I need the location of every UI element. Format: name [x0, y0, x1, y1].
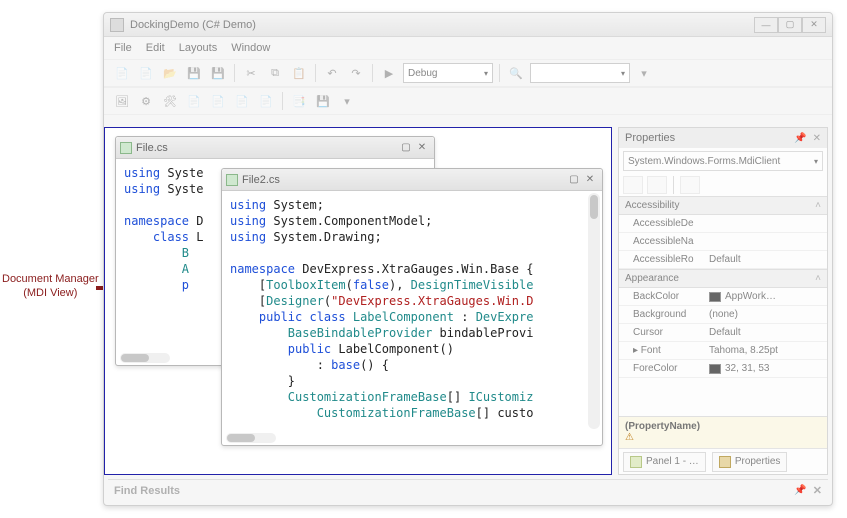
tb-icon[interactable]: 📄: [184, 91, 204, 111]
close-icon[interactable]: ✕: [813, 133, 821, 144]
property-row[interactable]: BackColorAppWork…: [619, 288, 827, 306]
mdi-title-text: File.cs: [136, 142, 398, 154]
tb-icon[interactable]: 🛠: [160, 91, 180, 111]
panel-tabs: Panel 1 - … Properties: [619, 448, 827, 474]
search-combo[interactable]: [530, 63, 630, 83]
mdi-maximize-button[interactable]: ▢: [398, 141, 414, 155]
properties-toolbar: [619, 174, 827, 196]
window-title: DockingDemo (C# Demo): [130, 19, 754, 31]
property-row[interactable]: AccessibleRoDefault: [619, 251, 827, 269]
tab-panel1[interactable]: Panel 1 - …: [623, 452, 706, 472]
close-button[interactable]: ✕: [802, 17, 826, 33]
undo-button[interactable]: ↶: [322, 63, 342, 83]
properties-header[interactable]: Properties 📌 ✕: [619, 128, 827, 148]
properties-panel: Properties 📌 ✕ System.Windows.Forms.MdiC…: [618, 127, 828, 475]
scrollbar-horizontal[interactable]: [120, 353, 170, 363]
code-editor[interactable]: using System; using System.ComponentMode…: [222, 191, 602, 427]
add-item-button[interactable]: 📄: [136, 63, 156, 83]
app-window: DockingDemo (C# Demo) — ▢ ✕ File Edit La…: [103, 12, 833, 506]
find-in-files-button[interactable]: 🔍: [506, 63, 526, 83]
property-row[interactable]: ▸ FontTahoma, 8.25pt: [619, 342, 827, 360]
tb-icon[interactable]: 🖼: [112, 91, 132, 111]
mdi-child-file2[interactable]: File2.cs ▢ ✕ using System; using System.…: [221, 168, 603, 446]
toolbar-overflow[interactable]: ▾: [634, 63, 654, 83]
categorized-button[interactable]: [623, 176, 643, 194]
maximize-button[interactable]: ▢: [778, 17, 802, 33]
mdi-titlebar[interactable]: File2.cs ▢ ✕: [222, 169, 602, 191]
object-selector[interactable]: System.Windows.Forms.MdiClient: [623, 151, 823, 171]
menu-file[interactable]: File: [114, 42, 132, 54]
mdi-maximize-button[interactable]: ▢: [566, 173, 582, 187]
open-button[interactable]: 📂: [160, 63, 180, 83]
category-appearance[interactable]: Appearance: [619, 269, 827, 288]
menu-edit[interactable]: Edit: [146, 42, 165, 54]
menu-layouts[interactable]: Layouts: [179, 42, 218, 54]
run-button[interactable]: ▶: [379, 63, 399, 83]
minimize-button[interactable]: —: [754, 17, 778, 33]
property-row[interactable]: AccessibleNa: [619, 233, 827, 251]
tb-icon[interactable]: 📑: [289, 91, 309, 111]
menubar: File Edit Layouts Window: [104, 37, 832, 59]
callout-document-manager: Document Manager (MDI View): [2, 272, 99, 300]
mdi-titlebar[interactable]: File.cs ▢ ✕: [116, 137, 434, 159]
csharp-file-icon: [120, 142, 132, 154]
main-toolbar: 📄 📄 📂 💾 💾 ✂ ⧉ 📋 ↶ ↷ ▶ Debug 🔍 ▾: [104, 59, 832, 87]
menu-window[interactable]: Window: [231, 42, 270, 54]
new-project-button[interactable]: 📄: [112, 63, 132, 83]
property-row[interactable]: CursorDefault: [619, 324, 827, 342]
find-results-bar[interactable]: Find Results 📌 ✕: [108, 479, 828, 501]
redo-button[interactable]: ↷: [346, 63, 366, 83]
find-results-title: Find Results: [114, 485, 180, 497]
mdi-title-text: File2.cs: [242, 174, 566, 186]
close-icon[interactable]: ✕: [813, 484, 822, 497]
scrollbar-vertical[interactable]: [588, 193, 600, 429]
paste-button[interactable]: 📋: [289, 63, 309, 83]
property-pages-button[interactable]: [680, 176, 700, 194]
titlebar[interactable]: DockingDemo (C# Demo) — ▢ ✕: [104, 13, 832, 37]
tb-icon[interactable]: 💾: [313, 91, 333, 111]
property-grid[interactable]: Accessibility AccessibleDeAccessibleNaAc…: [619, 196, 827, 416]
tb-icon[interactable]: 📄: [232, 91, 252, 111]
category-accessibility[interactable]: Accessibility: [619, 196, 827, 215]
tb-icon[interactable]: 📄: [208, 91, 228, 111]
app-icon: [110, 18, 124, 32]
save-button[interactable]: 💾: [184, 63, 204, 83]
toolbar-overflow[interactable]: ▾: [337, 91, 357, 111]
tab-properties[interactable]: Properties: [712, 452, 788, 472]
save-all-button[interactable]: 💾: [208, 63, 228, 83]
property-description: (PropertyName) ⚠: [619, 416, 827, 448]
properties-title: Properties: [625, 132, 675, 144]
property-row[interactable]: Background(none): [619, 306, 827, 324]
cut-button[interactable]: ✂: [241, 63, 261, 83]
scrollbar-horizontal[interactable]: [226, 433, 276, 443]
mdi-close-button[interactable]: ✕: [582, 173, 598, 187]
tb-icon[interactable]: ⚙: [136, 91, 156, 111]
properties-icon: [719, 456, 731, 468]
panel-icon: [630, 456, 642, 468]
tb-icon[interactable]: 📄: [256, 91, 276, 111]
document-manager-mdi-view: File.cs ▢ ✕ using Syste using Syste name…: [104, 127, 612, 475]
config-combo[interactable]: Debug: [403, 63, 493, 83]
pin-icon[interactable]: 📌: [794, 485, 806, 496]
property-row[interactable]: AccessibleDe: [619, 215, 827, 233]
secondary-toolbar: 🖼 ⚙ 🛠 📄 📄 📄 📄 📑 💾 ▾: [104, 87, 832, 115]
mdi-close-button[interactable]: ✕: [414, 141, 430, 155]
csharp-file-icon: [226, 174, 238, 186]
copy-button[interactable]: ⧉: [265, 63, 285, 83]
property-row[interactable]: ForeColor32, 31, 53: [619, 360, 827, 378]
alphabetical-button[interactable]: [647, 176, 667, 194]
pin-icon[interactable]: 📌: [794, 133, 806, 144]
